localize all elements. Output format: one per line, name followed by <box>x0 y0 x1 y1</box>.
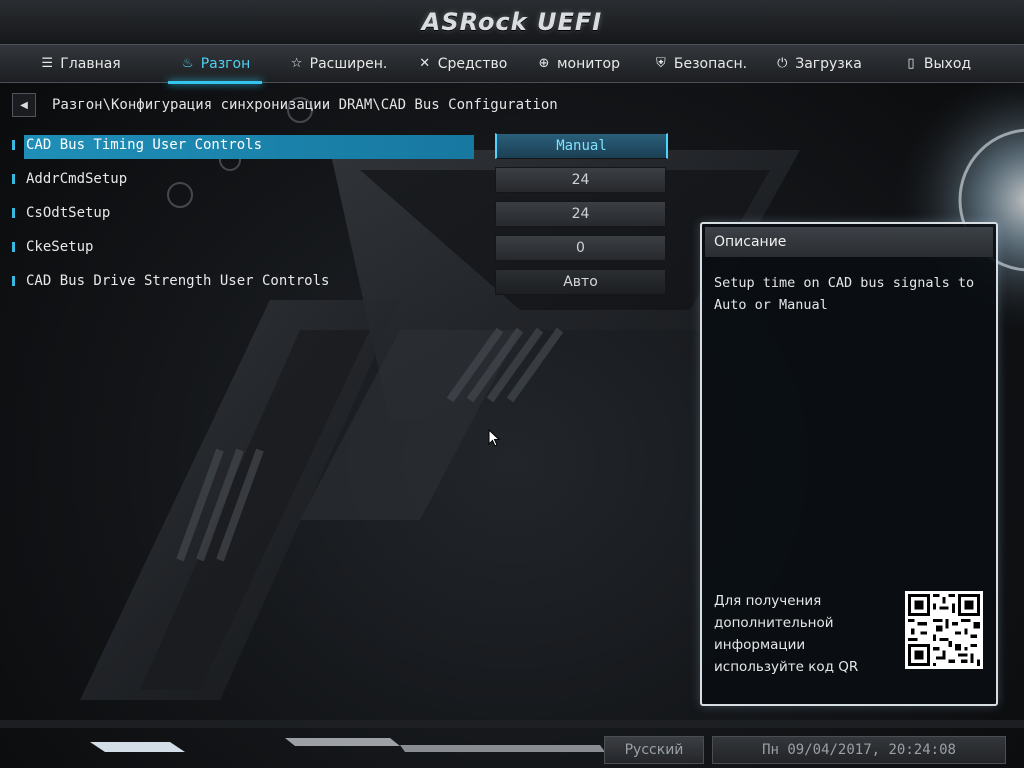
tab-tools[interactable]: ✕ Средство <box>406 45 518 82</box>
tab-monitor[interactable]: ⊕ монитор <box>518 45 638 82</box>
tab-advanced[interactable]: ☆ Расширен. <box>270 45 406 82</box>
tab-label: Расширен. <box>309 55 388 72</box>
qr-hint-text: Для получения дополнительной информации … <box>714 593 859 675</box>
title-bar: ASRock UEFI <box>0 0 1024 44</box>
setting-label: CAD Bus Drive Strength User Controls <box>26 273 330 289</box>
back-arrow-icon: ◀ <box>20 99 28 111</box>
tab-overclock[interactable]: ♨ Разгон <box>160 45 270 84</box>
crosshair-icon: ⊕ <box>538 56 550 71</box>
description-header: Описание <box>705 227 993 257</box>
setting-row-ckesetup[interactable]: CkeSetup 0 <box>10 233 670 267</box>
setting-row-csodtsetup[interactable]: CsOdtSetup 24 <box>10 199 670 233</box>
setting-row-cad-bus-drive-strength[interactable]: CAD Bus Drive Strength User Controls Авт… <box>10 267 670 301</box>
tab-main[interactable]: ☰ Главная <box>0 45 160 82</box>
mouse-cursor-icon <box>488 429 500 447</box>
qr-code <box>905 591 983 669</box>
setting-value-dropdown[interactable]: Авто <box>495 269 666 295</box>
date-time-display: Пн 09/04/2017, 20:24:08 <box>712 736 1006 764</box>
tab-label: Разгон <box>200 55 251 72</box>
setting-value-dropdown[interactable]: Manual <box>495 133 668 159</box>
tab-label: монитор <box>557 55 620 72</box>
setting-row-addrcmdsetup[interactable]: AddrCmdSetup 24 <box>10 165 670 199</box>
setting-label: CsOdtSetup <box>26 205 111 221</box>
setting-label: CAD Bus Timing User Controls <box>24 135 474 159</box>
row-marker <box>12 242 15 252</box>
asrock-uefi-logo: ASRock UEFI <box>421 8 603 36</box>
setting-value-field[interactable]: 24 <box>495 167 666 193</box>
breadcrumb: ◀ Разгон\Конфигурация синхронизации DRAM… <box>12 93 558 117</box>
tab-label: Средство <box>437 55 508 72</box>
tab-exit[interactable]: ▯ Выход <box>874 45 1000 82</box>
row-marker <box>12 174 15 184</box>
star-icon: ☆ <box>290 56 303 71</box>
settings-list: CAD Bus Timing User Controls Manual Addr… <box>10 131 670 301</box>
shield-icon: ⛨ <box>655 56 666 71</box>
tab-label: Безопасн. <box>673 55 748 72</box>
list-icon: ☰ <box>41 56 54 71</box>
setting-label: AddrCmdSetup <box>26 171 128 187</box>
back-button[interactable]: ◀ <box>12 93 36 117</box>
exit-door-icon: ▯ <box>907 56 915 71</box>
flame-icon: ♨ <box>181 56 194 71</box>
row-marker <box>12 208 15 218</box>
row-marker <box>12 276 15 286</box>
uefi-screen: ASRock UEFI ☰ Главная ♨ Разгон ☆ Расшире… <box>0 0 1024 768</box>
main-menu: ☰ Главная ♨ Разгон ☆ Расширен. ✕ Средств… <box>0 44 1024 84</box>
status-bar: Русский Пн 09/04/2017, 20:24:08 <box>0 728 1024 768</box>
tab-label: Загрузка <box>795 55 862 72</box>
setting-label: CkeSetup <box>26 239 94 255</box>
row-marker <box>12 140 15 150</box>
tab-security[interactable]: ⛨ Безопасн. <box>638 45 762 82</box>
setting-value-field[interactable]: 0 <box>495 235 666 261</box>
description-panel: Описание Setup time on CAD bus signals t… <box>700 222 998 706</box>
power-icon: ⏻ <box>777 56 788 71</box>
tools-icon: ✕ <box>419 56 431 71</box>
tab-boot[interactable]: ⏻ Загрузка <box>762 45 874 82</box>
setting-value-field[interactable]: 24 <box>495 201 666 227</box>
breadcrumb-path: Разгон\Конфигурация синхронизации DRAM\C… <box>52 97 558 113</box>
tab-label: Главная <box>60 55 121 72</box>
tab-label: Выход <box>923 55 972 72</box>
setting-row-cad-bus-timing[interactable]: CAD Bus Timing User Controls Manual <box>10 131 670 165</box>
description-text: Setup time on CAD bus signals to Auto or… <box>714 275 975 313</box>
language-button[interactable]: Русский <box>604 736 704 764</box>
